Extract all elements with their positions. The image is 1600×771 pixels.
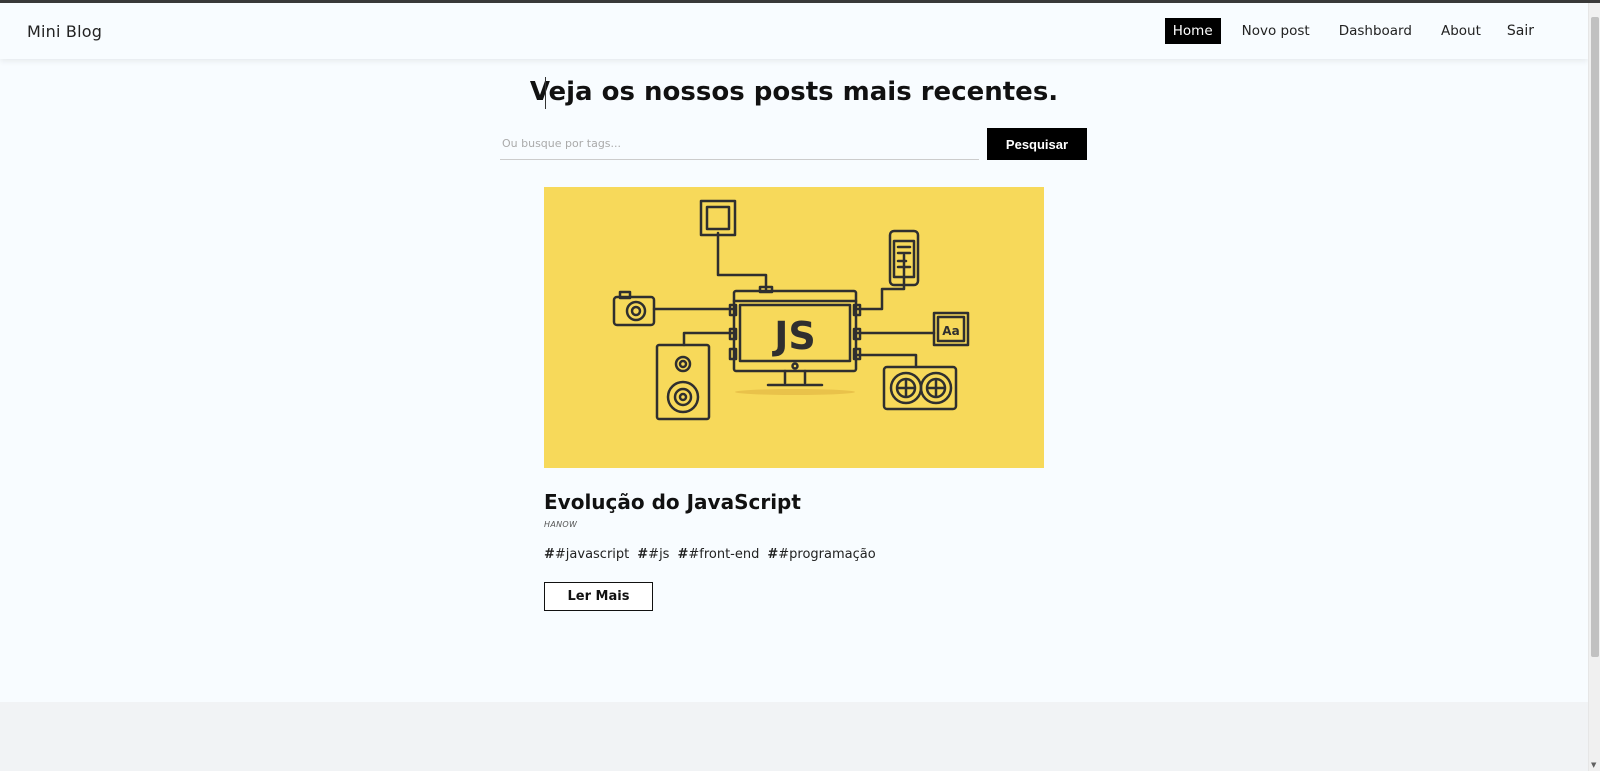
- search-form: Pesquisar: [500, 128, 1087, 160]
- tag-item: ##programação: [767, 547, 876, 562]
- text-cursor: [545, 77, 546, 109]
- svg-text:Aa: Aa: [942, 324, 959, 338]
- navbar: Mini Blog Home Novo post Dashboard About…: [0, 3, 1588, 59]
- read-more-button[interactable]: Ler Mais: [544, 582, 653, 611]
- tag-item: ##js: [637, 547, 670, 562]
- nav-links: Home Novo post Dashboard About Sair: [1152, 18, 1534, 44]
- search-input[interactable]: [500, 128, 979, 160]
- post-card: JS Aa Evolução do JavaScript HANOW ##jav…: [544, 187, 1044, 611]
- tag-item: ##javascript: [544, 547, 630, 562]
- search-button[interactable]: Pesquisar: [987, 128, 1087, 160]
- scroll-down-arrow-icon[interactable]: ▼: [1591, 761, 1596, 769]
- nav-link-home[interactable]: Home: [1164, 18, 1221, 44]
- nav-link-dashboard[interactable]: Dashboard: [1331, 18, 1420, 44]
- scrollbar-thumb[interactable]: [1591, 17, 1599, 657]
- logout-button[interactable]: Sair: [1507, 23, 1534, 39]
- js-logo-text: JS: [771, 314, 816, 358]
- post-image: JS Aa: [544, 187, 1044, 468]
- footer: [0, 702, 1588, 771]
- page-title: Veja os nossos posts mais recentes.: [529, 77, 1059, 107]
- vertical-scrollbar[interactable]: ▼: [1588, 3, 1600, 771]
- brand-logo-link[interactable]: Mini Blog: [27, 22, 102, 41]
- nav-link-about[interactable]: About: [1433, 18, 1489, 44]
- tag-item: ##front-end: [677, 547, 760, 562]
- post-tags: ##javascript ##js ##front-end ##programa…: [544, 547, 1044, 562]
- nav-link-novo-post[interactable]: Novo post: [1234, 18, 1318, 44]
- home-main: Veja os nossos posts mais recentes. Pesq…: [0, 59, 1588, 702]
- post-title: Evolução do JavaScript: [544, 490, 801, 514]
- post-author: HANOW: [544, 520, 578, 529]
